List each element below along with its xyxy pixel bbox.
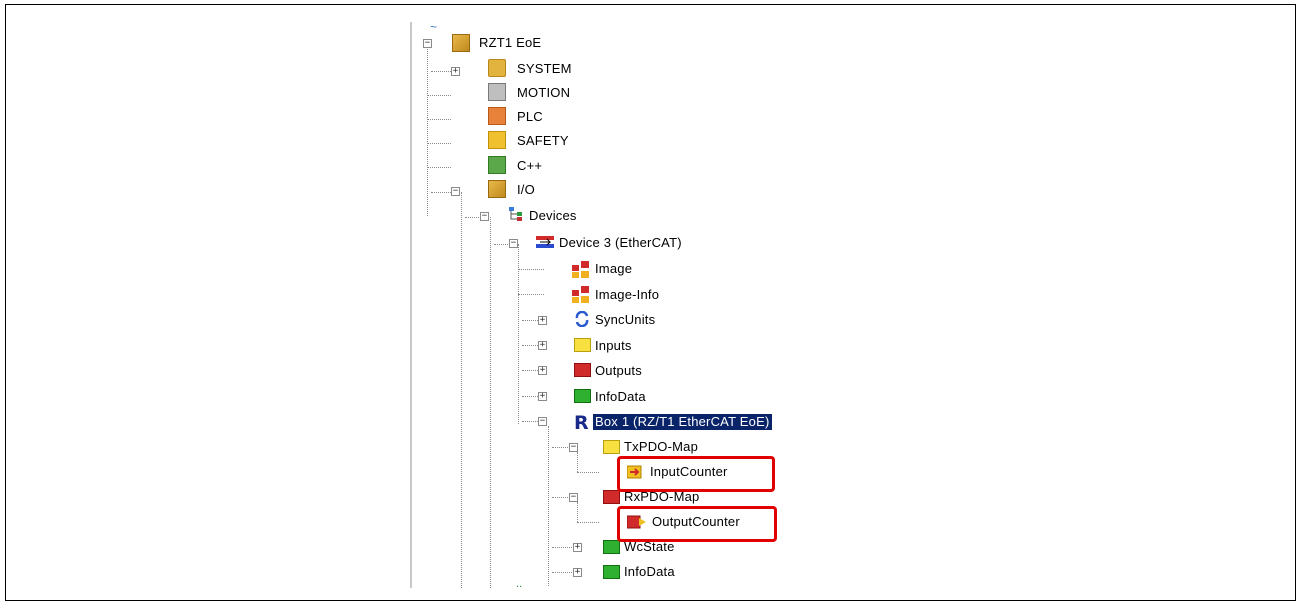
tree-item-motion[interactable]: MOTION	[517, 85, 570, 101]
project-icon	[452, 34, 470, 52]
system-icon	[488, 59, 506, 77]
txpdo-folder-icon	[603, 440, 620, 454]
tree-item-image[interactable]: Image	[595, 261, 632, 277]
expand-toggle[interactable]: +	[538, 316, 547, 325]
tree-item-infodata[interactable]: InfoData	[595, 389, 646, 405]
sync-icon	[574, 310, 590, 328]
tree-item-cpp[interactable]: C++	[517, 158, 542, 174]
expand-toggle[interactable]: +	[538, 366, 547, 375]
ethercat-device-icon	[536, 235, 554, 248]
expand-toggle[interactable]: +	[573, 568, 582, 577]
image-icon	[572, 261, 590, 279]
rxpdo-folder-icon	[603, 490, 620, 504]
expand-toggle[interactable]: +	[573, 543, 582, 552]
renesas-box-icon: R	[573, 412, 593, 434]
image-info-icon	[572, 286, 590, 304]
safety-icon	[488, 131, 506, 149]
expand-toggle[interactable]: +	[451, 67, 460, 76]
solution-tree: ~ − RZT1 EoE + SYSTEM MOTION PLC SAFETY …	[412, 22, 852, 588]
tree-item-syncunits[interactable]: SyncUnits	[595, 312, 655, 328]
motion-icon	[488, 83, 506, 101]
cropped-icon-fragment: ~	[430, 22, 438, 34]
collapse-toggle[interactable]: −	[423, 39, 432, 48]
devices-icon	[508, 206, 524, 222]
tree-item-txpdo-map[interactable]: TxPDO-Map	[624, 439, 698, 455]
tree-item-image-info[interactable]: Image-Info	[595, 287, 659, 303]
tree-item-infodata-box[interactable]: InfoData	[624, 564, 675, 580]
cpp-icon	[488, 156, 506, 174]
highlight-inputcounter	[617, 456, 775, 492]
cropped-icon-fragment: ..	[516, 578, 523, 588]
tree-item-box1[interactable]: Box 1 (RZ/T1 EtherCAT EoE)	[593, 414, 772, 430]
collapse-toggle[interactable]: −	[569, 493, 578, 502]
tree-item-plc[interactable]: PLC	[517, 109, 543, 125]
collapse-toggle[interactable]: −	[451, 187, 460, 196]
outputs-folder-icon	[574, 363, 591, 377]
expand-toggle[interactable]: +	[538, 341, 547, 350]
tree-item-io[interactable]: I/O	[517, 182, 535, 198]
tree-item-safety[interactable]: SAFETY	[517, 133, 569, 149]
collapse-toggle[interactable]: −	[480, 212, 489, 221]
collapse-toggle[interactable]: −	[538, 417, 547, 426]
tree-item-system[interactable]: SYSTEM	[517, 61, 572, 77]
collapse-toggle[interactable]: −	[569, 443, 578, 452]
tree-item-inputs[interactable]: Inputs	[595, 338, 632, 354]
svg-text:R: R	[574, 412, 589, 432]
wcstate-folder-icon	[603, 540, 620, 554]
io-icon	[488, 180, 506, 198]
tree-item-device3[interactable]: Device 3 (EtherCAT)	[559, 235, 682, 251]
expand-toggle[interactable]: +	[538, 392, 547, 401]
tree-item-devices[interactable]: Devices	[529, 208, 577, 224]
infodata-box-folder-icon	[603, 565, 620, 579]
highlight-outputcounter	[617, 506, 777, 542]
collapse-toggle[interactable]: −	[509, 239, 518, 248]
infodata-folder-icon	[574, 389, 591, 403]
plc-icon	[488, 107, 506, 125]
inputs-folder-icon	[574, 338, 591, 352]
tree-item-rzt1-eoe[interactable]: RZT1 EoE	[479, 35, 541, 51]
tree-item-outputs[interactable]: Outputs	[595, 363, 642, 379]
